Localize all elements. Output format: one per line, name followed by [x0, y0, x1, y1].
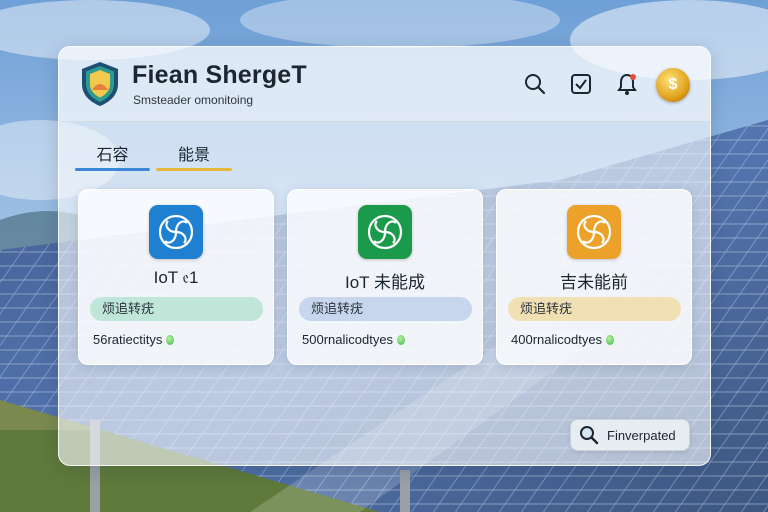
- find-action-button[interactable]: Finverpated: [570, 419, 690, 451]
- find-action-label: Finverpated: [607, 427, 676, 443]
- card-2-status-pill: 烦追转疣: [299, 297, 472, 321]
- card-2-count: 500rnalicodtyes: [302, 332, 406, 347]
- tab-1-underline: [75, 168, 150, 171]
- card-3-status-pill: 烦追转疣: [508, 297, 681, 321]
- status-dot-icon: [606, 334, 615, 345]
- card-3-name: 吉未能前: [560, 273, 628, 292]
- device-card-2[interactable]: IoT 未能成 烦追转疣 500rnalicodtyes: [287, 189, 483, 365]
- dashboard-panel: Fiean ShergeT Smsteader omonitoing $ 石容: [58, 46, 711, 466]
- fan-swirl-icon: [358, 205, 412, 259]
- app-subtitle: Smsteader omonitoing: [133, 93, 254, 107]
- tab-1[interactable]: 石容: [75, 139, 150, 171]
- card-3-count: 400rnalicodtyes: [511, 332, 615, 347]
- card-2-count-text: 500rnalicodtyes: [302, 332, 394, 347]
- fan-swirl-icon: [567, 205, 621, 259]
- card-1-count: 56ratiectitys: [93, 332, 175, 347]
- app-header: Fiean ShergeT Smsteader omonitoing $: [59, 47, 710, 122]
- tab-1-label: 石容: [96, 147, 129, 164]
- card-3-count-text: 400rnalicodtyes: [511, 332, 603, 347]
- tab-2[interactable]: 能景: [156, 139, 232, 171]
- coin-avatar-icon[interactable]: $: [656, 68, 690, 102]
- bell-icon[interactable]: [613, 70, 641, 98]
- status-dot-icon: [397, 334, 406, 345]
- card-1-name: IoT 𝔢1: [153, 268, 199, 287]
- tab-2-label: 能景: [177, 147, 210, 164]
- device-card-1[interactable]: IoT 𝔢1 烦追转疣 56ratiectitys: [78, 189, 274, 365]
- device-card-3[interactable]: 吉未能前 烦追转疣 400rnalicodtyes: [496, 189, 692, 365]
- fan-swirl-icon: [149, 205, 203, 259]
- card-2-name: IoT 未能成: [345, 273, 425, 292]
- status-dot-icon: [166, 334, 175, 345]
- card-1-count-text: 56ratiectitys: [93, 332, 163, 347]
- search-icon[interactable]: [521, 70, 549, 98]
- tab-2-underline: [156, 168, 232, 171]
- shield-logo-icon: [82, 62, 118, 106]
- magnifier-icon: [580, 426, 599, 445]
- card-1-status-pill: 烦追转疣: [90, 297, 263, 321]
- app-title: Fiean ShergeT: [132, 61, 307, 89]
- checkbox-icon[interactable]: [567, 70, 595, 98]
